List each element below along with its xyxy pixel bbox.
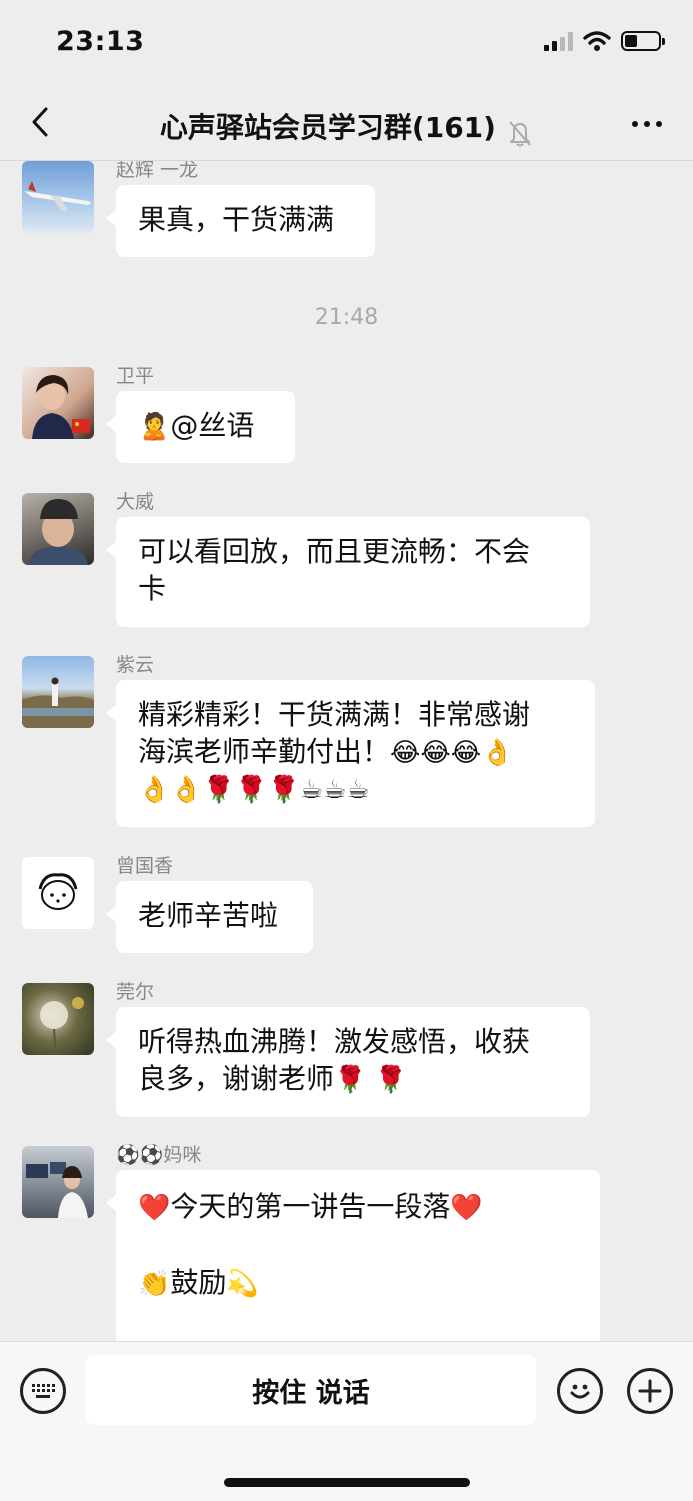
message-text: 老师辛苦啦: [138, 899, 279, 932]
message-bubble[interactable]: 可以看回放，而且更流畅：不会 卡: [106, 517, 590, 627]
sender-name: 卫平: [116, 365, 155, 387]
smiley-icon: [570, 1384, 590, 1399]
battery-icon: [621, 31, 665, 51]
avatar[interactable]: [22, 1146, 94, 1218]
more-dot-icon: [632, 121, 638, 127]
mute-bell-icon: [509, 120, 531, 146]
sender-name: 曾国香: [116, 855, 174, 877]
rose-emoji-icon: 🌹 🌹: [334, 1065, 408, 1095]
message-bubble[interactable]: 果真，干货满满: [106, 185, 375, 257]
portrait-photo-icon: [28, 499, 88, 565]
plus-icon: [638, 1379, 662, 1403]
input-bar: 按住 说话: [0, 1341, 693, 1501]
emoji-group-icon: 👌👌🌹🌹🌹☕☕☕: [138, 775, 370, 805]
message-text: 果真，干货满满: [138, 203, 335, 236]
portrait-photo-icon: [32, 375, 90, 439]
status-bar: 23:13: [0, 0, 693, 88]
nav-bar: 心声驿站会员学习群(161): [0, 88, 693, 161]
wifi-icon: [583, 31, 611, 51]
clap-emoji-icon: 👏: [138, 1269, 171, 1299]
heart-emoji-icon: ❤️: [450, 1193, 483, 1223]
heart-emoji-icon: ❤️: [138, 1193, 171, 1223]
message-text: 可以看回放，而且更流畅：不会: [138, 535, 531, 568]
message-text: 良多，谢谢老师: [138, 1062, 335, 1095]
hold-to-talk-button[interactable]: 按住 说话: [86, 1355, 536, 1425]
sender-name: 莞尔: [116, 981, 155, 1003]
keyboard-toggle-button[interactable]: [20, 1368, 66, 1414]
emoji-button[interactable]: [557, 1368, 603, 1414]
status-time: 23:13: [56, 26, 145, 57]
sparkle-emoji-icon: 💫: [226, 1269, 259, 1299]
avatar[interactable]: [22, 983, 94, 1055]
message-text-line: 海滨老师辛勤付出！😂😂😂👌: [138, 733, 573, 772]
landscape-photo-icon: [22, 677, 94, 728]
more-functions-button[interactable]: [627, 1368, 673, 1414]
message-bubble[interactable]: 老师辛苦啦: [106, 881, 313, 953]
avatar[interactable]: [22, 367, 94, 439]
keyboard-icon: [32, 1384, 55, 1398]
avatar[interactable]: [22, 656, 94, 728]
sender-name: 大威: [116, 491, 155, 513]
message-text: 今天的第一讲告一段落: [170, 1190, 451, 1223]
message-bubble[interactable]: 听得热血沸腾！激发感悟，收获 良多，谢谢老师🌹 🌹: [106, 1007, 590, 1117]
message-bubble[interactable]: 🙎@丝语: [106, 391, 295, 463]
more-dot-icon: [644, 121, 650, 127]
message-text: 卡: [138, 572, 167, 605]
message-timestamp: 21:48: [314, 305, 379, 330]
message-text: 鼓励: [170, 1266, 227, 1299]
more-dot-icon: [656, 121, 662, 127]
sender-name: ⚽⚽妈咪: [116, 1144, 202, 1166]
hold-to-talk-label: 按住 说话: [252, 1377, 370, 1409]
message-text-line: 良多，谢谢老师🌹 🌹: [138, 1060, 568, 1099]
person-emoji-icon: 🙎: [138, 412, 171, 442]
avatar[interactable]: [22, 857, 94, 929]
message-bubble[interactable]: 精彩精彩！干货满满！非常感谢 海滨老师辛勤付出！😂😂😂👌 👌👌🌹🌹🌹☕☕☕: [106, 680, 595, 827]
office-photo-icon: [26, 1162, 88, 1218]
dandelion-photo-icon: [40, 997, 84, 1055]
cellular-signal-icon: [544, 31, 573, 51]
home-indicator[interactable]: [224, 1478, 470, 1487]
emoji-group-icon: 😂😂😂👌: [390, 738, 514, 768]
message-text: 海滨老师辛勤付出！: [138, 735, 391, 768]
avatar[interactable]: [22, 161, 94, 233]
airplane-photo-icon: [24, 181, 91, 211]
message-bubble[interactable]: ❤️今天的第一讲告一段落❤️ 👏鼓励💫: [106, 1170, 600, 1341]
message-text: @丝语: [170, 409, 255, 442]
sender-name: 赵辉 一龙: [116, 161, 199, 181]
more-options-button[interactable]: [625, 110, 669, 138]
sender-name: 紫云: [116, 654, 155, 676]
avatar[interactable]: [22, 493, 94, 565]
cartoon-face-icon: [38, 873, 78, 910]
message-text-line: 👏鼓励💫: [138, 1264, 578, 1303]
chat-title: 心声驿站会员学习群(161): [159, 111, 496, 144]
status-icons: [544, 30, 665, 52]
chat-message-list[interactable]: 赵辉 一龙 果真，干货满满 21:48 卫平 🙎@丝语 大威 可以看回放，而且更…: [0, 161, 693, 1341]
nav-title-wrap: 心声驿站会员学习群(161): [0, 106, 693, 147]
message-text: 听得热血沸腾！激发感悟，收获: [138, 1025, 531, 1058]
message-text-line: ❤️今天的第一讲告一段落❤️: [138, 1188, 578, 1227]
message-text: 精彩精彩！干货满满！非常感谢: [138, 698, 531, 731]
